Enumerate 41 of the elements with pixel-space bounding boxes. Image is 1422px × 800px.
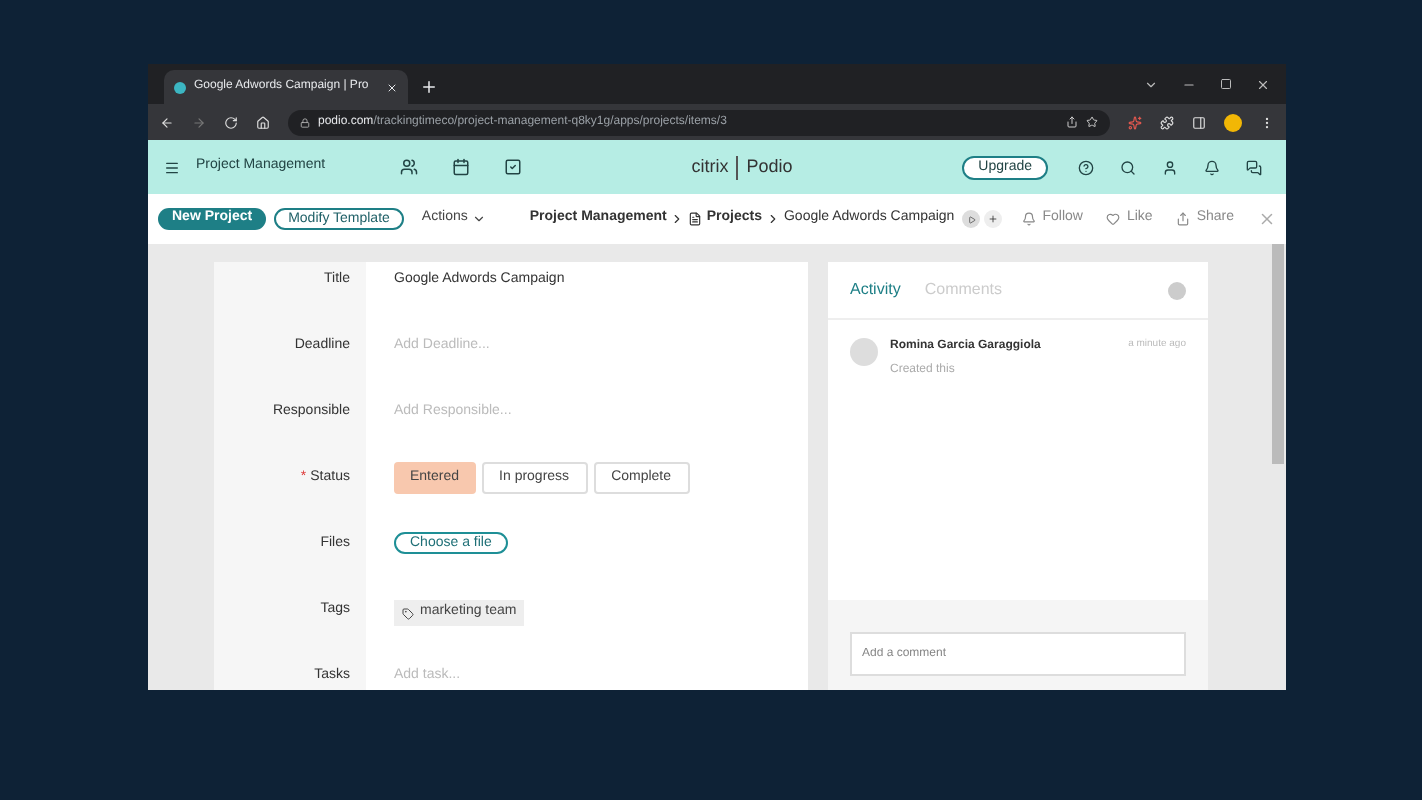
maximize-icon[interactable] xyxy=(1220,78,1232,90)
new-tab-icon[interactable] xyxy=(420,78,438,96)
app-icon xyxy=(688,212,703,226)
chevron-icon xyxy=(765,212,780,226)
close-icon[interactable] xyxy=(1256,77,1270,91)
brand-logo-left: citrix xyxy=(691,153,729,180)
menu-icon[interactable] xyxy=(164,159,180,175)
bell-icon[interactable] xyxy=(1204,159,1220,175)
brand-logo-right: Podio xyxy=(746,153,793,180)
reload-icon[interactable] xyxy=(224,115,238,129)
bell-icon xyxy=(1022,212,1037,226)
avatar-icon xyxy=(850,338,878,366)
caret-icon[interactable] xyxy=(1144,77,1158,91)
chat-icon[interactable] xyxy=(1246,159,1262,175)
home-icon[interactable] xyxy=(256,115,270,129)
people-icon[interactable] xyxy=(400,158,418,176)
menu-icon[interactable] xyxy=(1260,115,1274,129)
sidebar-icon[interactable] xyxy=(1192,115,1206,129)
forward-icon[interactable] xyxy=(192,115,206,129)
tag-icon xyxy=(402,607,414,619)
profile-avatar[interactable] xyxy=(1224,113,1242,131)
avatar-icon xyxy=(1168,281,1186,299)
lock-icon xyxy=(300,117,310,127)
share-icon xyxy=(1176,212,1191,226)
extensions-icon[interactable] xyxy=(1160,115,1174,129)
play-icon[interactable] xyxy=(962,210,981,228)
extension-icon[interactable] xyxy=(1128,115,1142,129)
add-icon[interactable] xyxy=(984,210,1003,228)
user-icon[interactable] xyxy=(1162,159,1178,175)
share-icon[interactable] xyxy=(1066,116,1078,128)
search-icon[interactable] xyxy=(1120,159,1136,175)
caret-icon xyxy=(471,212,486,226)
calendar-icon[interactable] xyxy=(452,158,470,176)
heart-icon xyxy=(1106,212,1121,226)
chevron-icon xyxy=(670,212,685,226)
favicon-icon xyxy=(174,81,186,93)
back-icon[interactable] xyxy=(160,115,174,129)
help-icon[interactable] xyxy=(1078,159,1094,175)
star-icon[interactable] xyxy=(1086,116,1098,128)
tasks-icon[interactable] xyxy=(504,158,522,176)
panel-tab[interactable]: Activity xyxy=(850,278,901,302)
